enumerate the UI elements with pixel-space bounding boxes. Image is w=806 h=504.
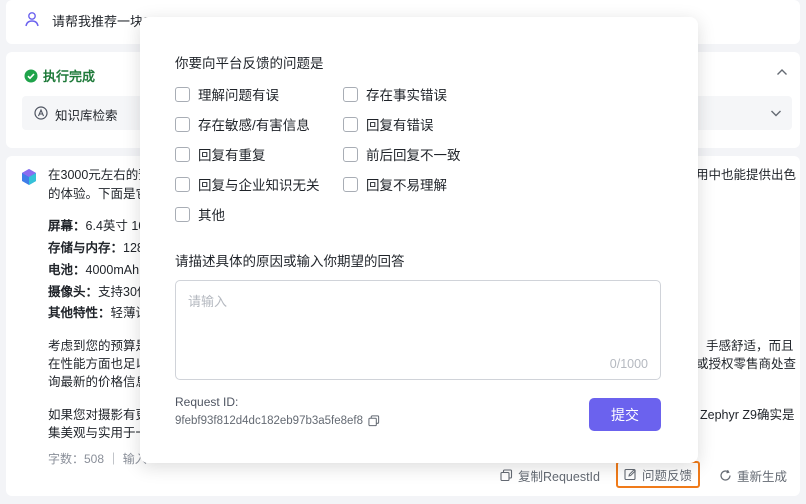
spec-battery: 电池：4000mAh (48, 263, 140, 277)
request-id-row: 9febf93f812d4dc182eb97b3a5fe8ef8 (175, 415, 380, 427)
chevron-up-icon[interactable] (774, 64, 790, 80)
checkbox[interactable] (175, 206, 190, 222)
copy-icon[interactable] (368, 415, 380, 427)
checkbox[interactable] (343, 116, 358, 132)
assistant-logo-icon (22, 169, 36, 185)
checkbox[interactable] (175, 146, 190, 162)
refresh-icon (720, 469, 731, 481)
knowledge-icon (34, 106, 48, 120)
checkbox[interactable] (343, 86, 358, 102)
option-sensitive-content[interactable]: 存在敏感/有害信息 (175, 114, 310, 134)
spec-camera: 摄像头：支持30倍 (48, 285, 150, 299)
char-counter: 0/1000 (609, 357, 648, 371)
edit-icon (624, 468, 636, 481)
option-hard-to-understand[interactable]: 回复不易理解 (343, 174, 447, 194)
spec-screen: 屏幕：6.4英寸 10 (48, 219, 146, 233)
answer-para3-line-2-left: 集美观与实用于一 (48, 426, 149, 440)
answer-intro-line-1-left: 在3000元左右的预 (48, 168, 151, 182)
answer-para2-line-1-right: 手感舒适，而且 (706, 339, 794, 353)
feedback-dialog-title: 你要向平台反馈的问题是 (175, 56, 324, 71)
user-query-text: 请帮我推荐一块3000元左右的手机 (52, 14, 148, 29)
knowledge-retrieval-label: 知识库检索 (55, 109, 118, 123)
submit-button[interactable]: 提交 (589, 398, 661, 431)
option-inconsistent[interactable]: 前后回复不一致 (343, 144, 461, 164)
word-count: 字数：508 ｜ 输入 (48, 452, 147, 466)
spec-storage: 存储与内存：128 (48, 241, 144, 255)
option-reply-error[interactable]: 回复有错误 (343, 114, 434, 134)
checkbox[interactable] (343, 146, 358, 162)
feedback-button[interactable]: 问题反馈 (616, 461, 701, 488)
option-other[interactable]: 其他 (175, 204, 225, 224)
checkbox[interactable] (175, 116, 190, 132)
option-repetition[interactable]: 回复有重复 (175, 144, 266, 164)
description-label: 请描述具体的原因或输入你期望的回答 (175, 254, 405, 269)
copy-icon (500, 469, 513, 482)
option-factual-error[interactable]: 存在事实错误 (343, 84, 447, 104)
answer-intro-line-2-left: 的体验。下面是它 (48, 187, 149, 201)
user-icon (25, 12, 39, 27)
textarea-placeholder: 请输入 (188, 294, 228, 309)
answer-para3-line-1-right: Zephyr Z9确实是 (700, 408, 795, 422)
regenerate-button[interactable]: 重新生成 (719, 466, 787, 485)
checkbox[interactable] (343, 176, 358, 192)
option-misunderstood[interactable]: 理解问题有误 (175, 84, 279, 104)
checkbox[interactable] (175, 176, 190, 192)
answer-para2-line-3-left: 询最新的价格信息 (48, 375, 149, 389)
answer-para2-line-1-left: 考虑到您的预算是 (48, 339, 149, 353)
request-id-value: 9febf93f812d4dc182eb97b3a5fe8ef8 (175, 415, 364, 427)
feedback-dialog: 你要向平台反馈的问题是 理解问题有误 存在事实错误 存在敏感/有害信息 回复有错… (140, 17, 698, 463)
execution-status-label: 执行完成 (43, 69, 96, 84)
checkbox[interactable] (175, 86, 190, 102)
answer-para2-line-2-right: 或授权零售商处查 (696, 357, 797, 371)
request-id-label: Request ID: (175, 395, 239, 409)
feedback-textarea[interactable]: 请输入 0/1000 (175, 280, 661, 380)
copy-request-id-button[interactable]: 复制RequestId (500, 466, 600, 485)
answer-intro-line-1-right: 用中也能提供出色 (696, 168, 797, 182)
check-circle-icon (24, 69, 38, 82)
option-unrelated-knowledge[interactable]: 回复与企业知识无关 (175, 174, 320, 194)
execution-status: 执行完成 (24, 66, 95, 85)
answer-para2-line-2-left: 在性能方面也足以 (48, 357, 149, 371)
spec-other: 其他特性：轻薄设 (48, 306, 149, 320)
chevron-down-icon[interactable] (768, 105, 784, 121)
answer-para3-line-1-left: 如果您对摄影有更 (48, 408, 149, 422)
